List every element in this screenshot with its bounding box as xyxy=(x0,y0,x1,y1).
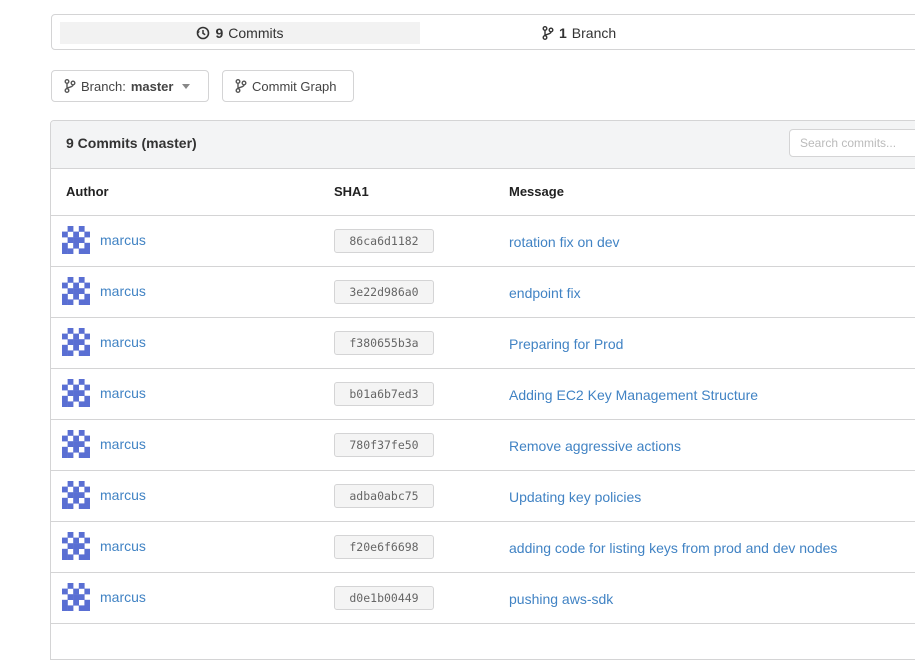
history-icon xyxy=(196,26,210,40)
sha-button[interactable]: adba0abc75 xyxy=(334,484,434,508)
avatar[interactable] xyxy=(62,379,91,408)
table-row: marcus 86ca6d1182 rotation fix on dev xyxy=(51,216,915,267)
avatar[interactable] xyxy=(62,226,91,255)
avatar[interactable] xyxy=(62,532,91,561)
table-header: Author SHA1 Message xyxy=(51,169,915,216)
commit-message-link[interactable]: Preparing for Prod xyxy=(509,336,623,352)
commit-list: marcus 86ca6d1182 rotation fix on dev ma… xyxy=(51,216,915,624)
sha-button[interactable]: f380655b3a xyxy=(334,331,434,355)
table-row: marcus d0e1b00449 pushing aws-sdk xyxy=(51,573,915,624)
author-link[interactable]: marcus xyxy=(100,334,146,350)
commit-message-link[interactable]: Adding EC2 Key Management Structure xyxy=(509,387,758,403)
commit-graph-label: Commit Graph xyxy=(252,78,337,94)
branch-selector-button[interactable]: Branch: master xyxy=(51,70,209,102)
commits-panel-title: 9 Commits (master) xyxy=(66,135,197,151)
commits-panel-header: 9 Commits (master) xyxy=(51,121,915,169)
chevron-down-icon xyxy=(182,83,191,89)
author-link[interactable]: marcus xyxy=(100,385,146,401)
branches-label: Branch xyxy=(571,25,617,41)
avatar[interactable] xyxy=(62,430,91,459)
commit-message-link[interactable]: Remove aggressive actions xyxy=(509,438,681,454)
avatar[interactable] xyxy=(62,277,91,306)
author-link[interactable]: marcus xyxy=(100,283,146,299)
commits-panel: 9 Commits (master) Author SHA1 Message m… xyxy=(50,120,915,660)
table-row: marcus f20e6f6698 adding code for listin… xyxy=(51,522,915,573)
commit-message-link[interactable]: endpoint fix xyxy=(509,285,581,301)
author-link[interactable]: marcus xyxy=(100,589,146,605)
commit-message-link[interactable]: pushing aws-sdk xyxy=(509,591,613,607)
repo-stats-bar: 9 Commits 1 Branch xyxy=(51,14,915,50)
table-row: marcus 3e22d986a0 endpoint fix xyxy=(51,267,915,318)
column-header-author: Author xyxy=(66,184,109,199)
sha-button[interactable]: b01a6b7ed3 xyxy=(334,382,434,406)
sha-button[interactable]: 3e22d986a0 xyxy=(334,280,434,304)
branches-stat-link[interactable]: 1 Branch xyxy=(542,22,692,44)
table-row: marcus b01a6b7ed3 Adding EC2 Key Managem… xyxy=(51,369,915,420)
column-header-sha: SHA1 xyxy=(334,184,369,199)
column-header-message: Message xyxy=(509,184,564,199)
table-row: marcus adba0abc75 Updating key policies xyxy=(51,471,915,522)
commit-message-link[interactable]: rotation fix on dev xyxy=(509,234,620,250)
commit-message-link[interactable]: adding code for listing keys from prod a… xyxy=(509,540,837,556)
author-link[interactable]: marcus xyxy=(100,436,146,452)
branch-name: master xyxy=(130,78,174,94)
branch-icon xyxy=(542,26,554,40)
avatar[interactable] xyxy=(62,481,91,510)
commit-graph-button[interactable]: Commit Graph xyxy=(222,70,354,102)
table-row: marcus 780f37fe50 Remove aggressive acti… xyxy=(51,420,915,471)
author-link[interactable]: marcus xyxy=(100,487,146,503)
sha-button[interactable]: f20e6f6698 xyxy=(334,535,434,559)
commit-message-link[interactable]: Updating key policies xyxy=(509,489,641,505)
search-commits-input[interactable] xyxy=(789,129,915,157)
branch-icon xyxy=(235,79,247,93)
commits-count: 9 xyxy=(215,25,224,41)
sha-button[interactable]: d0e1b00449 xyxy=(334,586,434,610)
sha-button[interactable]: 86ca6d1182 xyxy=(334,229,434,253)
branch-prefix: Branch: xyxy=(81,78,126,94)
table-row: marcus f380655b3a Preparing for Prod xyxy=(51,318,915,369)
branch-icon xyxy=(64,79,76,93)
author-link[interactable]: marcus xyxy=(100,538,146,554)
author-link[interactable]: marcus xyxy=(100,232,146,248)
branches-count: 1 xyxy=(559,25,567,41)
commits-label: Commits xyxy=(228,25,284,41)
sha-button[interactable]: 780f37fe50 xyxy=(334,433,434,457)
avatar[interactable] xyxy=(62,328,91,357)
commits-stat-link[interactable]: 9 Commits xyxy=(60,22,420,44)
avatar[interactable] xyxy=(62,583,91,612)
